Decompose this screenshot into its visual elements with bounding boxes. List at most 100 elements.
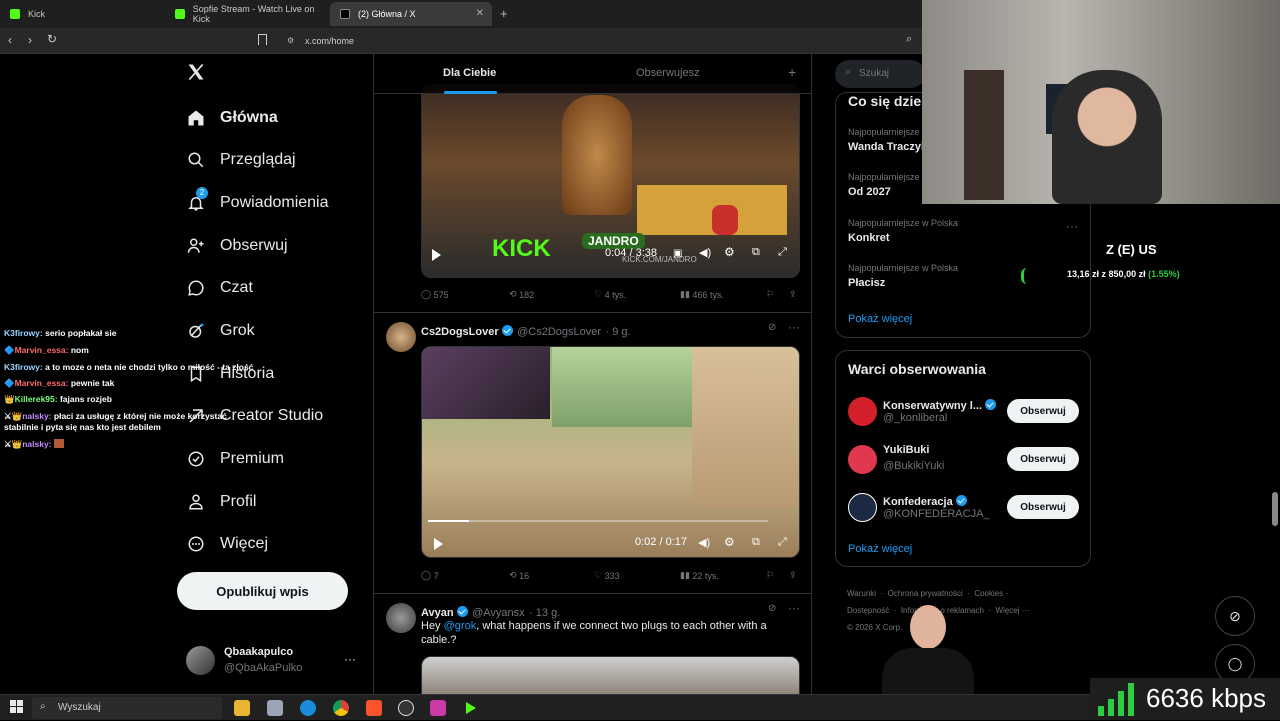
account-more-icon[interactable]: ···	[344, 652, 356, 666]
post-author[interactable]: Cs2DogsLover	[421, 326, 499, 338]
post-button[interactable]: Opublikuj wpis	[177, 572, 348, 610]
post-handle[interactable]: @Cs2DogsLover	[517, 326, 601, 338]
nav-item-chat[interactable]: Czat	[186, 272, 253, 304]
follow-button[interactable]: Obserwuj	[1007, 447, 1079, 471]
new-tab-button[interactable]: +	[500, 6, 508, 21]
grok-post-icon[interactable]: ⊘	[768, 603, 776, 614]
nav-item-profile[interactable]: Profil	[186, 486, 256, 518]
nav-item-grok[interactable]: Grok	[186, 315, 255, 347]
chrome-icon[interactable]	[333, 700, 349, 716]
tab-for-you[interactable]: Dla Ciebie	[443, 67, 496, 79]
obs-icon[interactable]	[398, 700, 414, 716]
reload-icon[interactable]: ↻	[47, 32, 57, 46]
tab-following[interactable]: Obserwujesz	[636, 67, 700, 79]
follow-suggestion[interactable]: YukiBuki @BukikiYuki Obserwuj	[836, 443, 1090, 479]
volume-icon[interactable]: ◀)	[698, 536, 710, 549]
app-icon[interactable]	[267, 700, 283, 716]
post-time[interactable]: · 9 g.	[605, 326, 630, 338]
settings-icon[interactable]: ⚙	[724, 535, 735, 549]
video-progress-track[interactable]	[428, 520, 768, 522]
trend-item[interactable]: Najpopularniejsze w Polska Konkret	[848, 218, 958, 244]
follow-button[interactable]: Obserwuj	[1007, 399, 1079, 423]
browser-tab-kick[interactable]: Kick	[0, 2, 165, 26]
post-video[interactable]: 0:02 / 0:17 ◀) ⚙ ⧉ ⤢	[421, 346, 800, 558]
close-tab-icon[interactable]: ✕	[476, 8, 484, 19]
avatar[interactable]	[386, 322, 416, 352]
show-more-link[interactable]: Pokaż więcej	[848, 313, 912, 325]
views-button[interactable]: ▮▮ 22 tys.	[680, 570, 719, 581]
scrollbar-thumb[interactable]	[1272, 492, 1278, 526]
post-image[interactable]	[421, 656, 800, 694]
like-button[interactable]: ♡ 4 tys.	[594, 289, 626, 300]
repost-button[interactable]: ⟲ 16	[509, 570, 529, 581]
account-switcher[interactable]: Qbaakapulco @QbaAkaPulko ···	[186, 644, 361, 678]
nav-item-follow[interactable]: Obserwuj	[186, 230, 288, 262]
trend-more-icon[interactable]: ···	[1066, 219, 1078, 233]
captions-icon[interactable]: ▣	[673, 248, 682, 259]
footer-link[interactable]: Ochrona prywatności	[888, 589, 963, 598]
trend-item[interactable]: Najpopularniejsze Wanda Traczyk	[848, 127, 927, 153]
zoom-icon[interactable]: ⌕	[906, 33, 912, 46]
post-handle[interactable]: @Avyansx	[472, 607, 525, 619]
show-more-link[interactable]: Pokaż więcej	[848, 543, 912, 555]
follow-suggestion[interactable]: Konfederacja @KONFEDERACJA_ Obserwuj	[836, 491, 1090, 527]
play-icon[interactable]	[434, 538, 443, 550]
views-button[interactable]: ▮▮ 466 tys.	[680, 289, 724, 300]
footer-link[interactable]: Cookies	[974, 589, 1003, 598]
app-icon[interactable]	[430, 700, 446, 716]
bookmark-icon[interactable]: ⚐	[766, 289, 774, 300]
x-logo[interactable]	[186, 62, 206, 87]
kick-app-icon[interactable]	[463, 700, 479, 716]
grok-floating-button[interactable]: ⊘	[1215, 596, 1255, 636]
trend-item[interactable]: Najpopularniejsze w Polska Płacisz	[848, 263, 958, 289]
trend-item[interactable]: Najpopularniejsze Od 2027	[848, 172, 920, 198]
forward-icon[interactable]: ›	[28, 33, 32, 47]
avatar[interactable]	[386, 603, 416, 633]
play-icon[interactable]	[432, 249, 441, 261]
pip-icon[interactable]: ⧉	[752, 536, 760, 549]
follow-suggestion[interactable]: Konserwatywny l... @_konliberal Obserwuj	[836, 395, 1090, 431]
browser-tab-sopfie[interactable]: Sopfie Stream - Watch Live on Kick	[165, 2, 330, 26]
volume-icon[interactable]: ◀)	[699, 246, 711, 259]
reply-button[interactable]: ◯ 575	[421, 289, 449, 300]
like-button[interactable]: ♡ 333	[594, 570, 620, 581]
footer-link[interactable]: Więcej ···	[996, 606, 1030, 615]
file-explorer-icon[interactable]	[234, 700, 250, 716]
add-tab-icon[interactable]: +	[788, 64, 796, 80]
fullscreen-icon[interactable]: ⤢	[778, 246, 787, 259]
bookmark-icon[interactable]: ⚐	[766, 570, 774, 581]
browser-tab-x[interactable]: (2) Główna / X ✕	[330, 2, 492, 26]
reply-button[interactable]: ◯ 7	[421, 570, 439, 581]
nav-item-creator-studio[interactable]: Creator Studio	[186, 400, 323, 432]
share-icon[interactable]: ⇪	[789, 570, 797, 581]
follow-button[interactable]: Obserwuj	[1007, 495, 1079, 519]
windows-start-icon[interactable]	[10, 700, 26, 716]
url-field[interactable]: x.com/home	[305, 32, 945, 50]
mention-link[interactable]: @grok	[444, 620, 477, 632]
bookmark-star-icon[interactable]	[258, 34, 267, 45]
nav-item-premium[interactable]: Premium	[186, 443, 284, 475]
nav-item-home[interactable]: Główna	[186, 102, 278, 134]
fullscreen-icon[interactable]: ⤢	[778, 536, 787, 549]
post-time[interactable]: · 13 g.	[529, 607, 560, 619]
nav-item-notifications[interactable]: 2 Powiadomienia	[186, 187, 329, 219]
nav-item-explore[interactable]: Przeglądaj	[186, 144, 296, 176]
grok-post-icon[interactable]: ⊘	[768, 322, 776, 333]
repost-button[interactable]: ⟲ 182	[509, 289, 534, 300]
taskbar-search[interactable]: ⌕ Wyszukaj	[32, 697, 222, 719]
footer-link[interactable]: Warunki	[847, 589, 876, 598]
nav-item-more[interactable]: Więcej	[186, 528, 268, 560]
search-box[interactable]: ⌕ Szukaj	[835, 60, 925, 88]
share-icon[interactable]: ⇪	[789, 289, 797, 300]
post-video[interactable]: KICK JANDRO KICK.COM/JANDRO 0:04 / 3:38 …	[421, 84, 800, 278]
post-more-icon[interactable]: ···	[788, 601, 800, 615]
post-more-icon[interactable]: ···	[788, 320, 800, 334]
post-author[interactable]: Avyan	[421, 607, 454, 619]
brave-icon[interactable]	[366, 700, 382, 716]
site-info-icon[interactable]: ⚙	[287, 36, 294, 45]
pip-icon[interactable]: ⧉	[752, 246, 760, 259]
edge-icon[interactable]	[300, 700, 316, 716]
back-icon[interactable]: ‹	[8, 33, 12, 47]
nav-item-history[interactable]: Historia	[186, 358, 274, 390]
settings-icon[interactable]: ⚙	[724, 245, 735, 259]
